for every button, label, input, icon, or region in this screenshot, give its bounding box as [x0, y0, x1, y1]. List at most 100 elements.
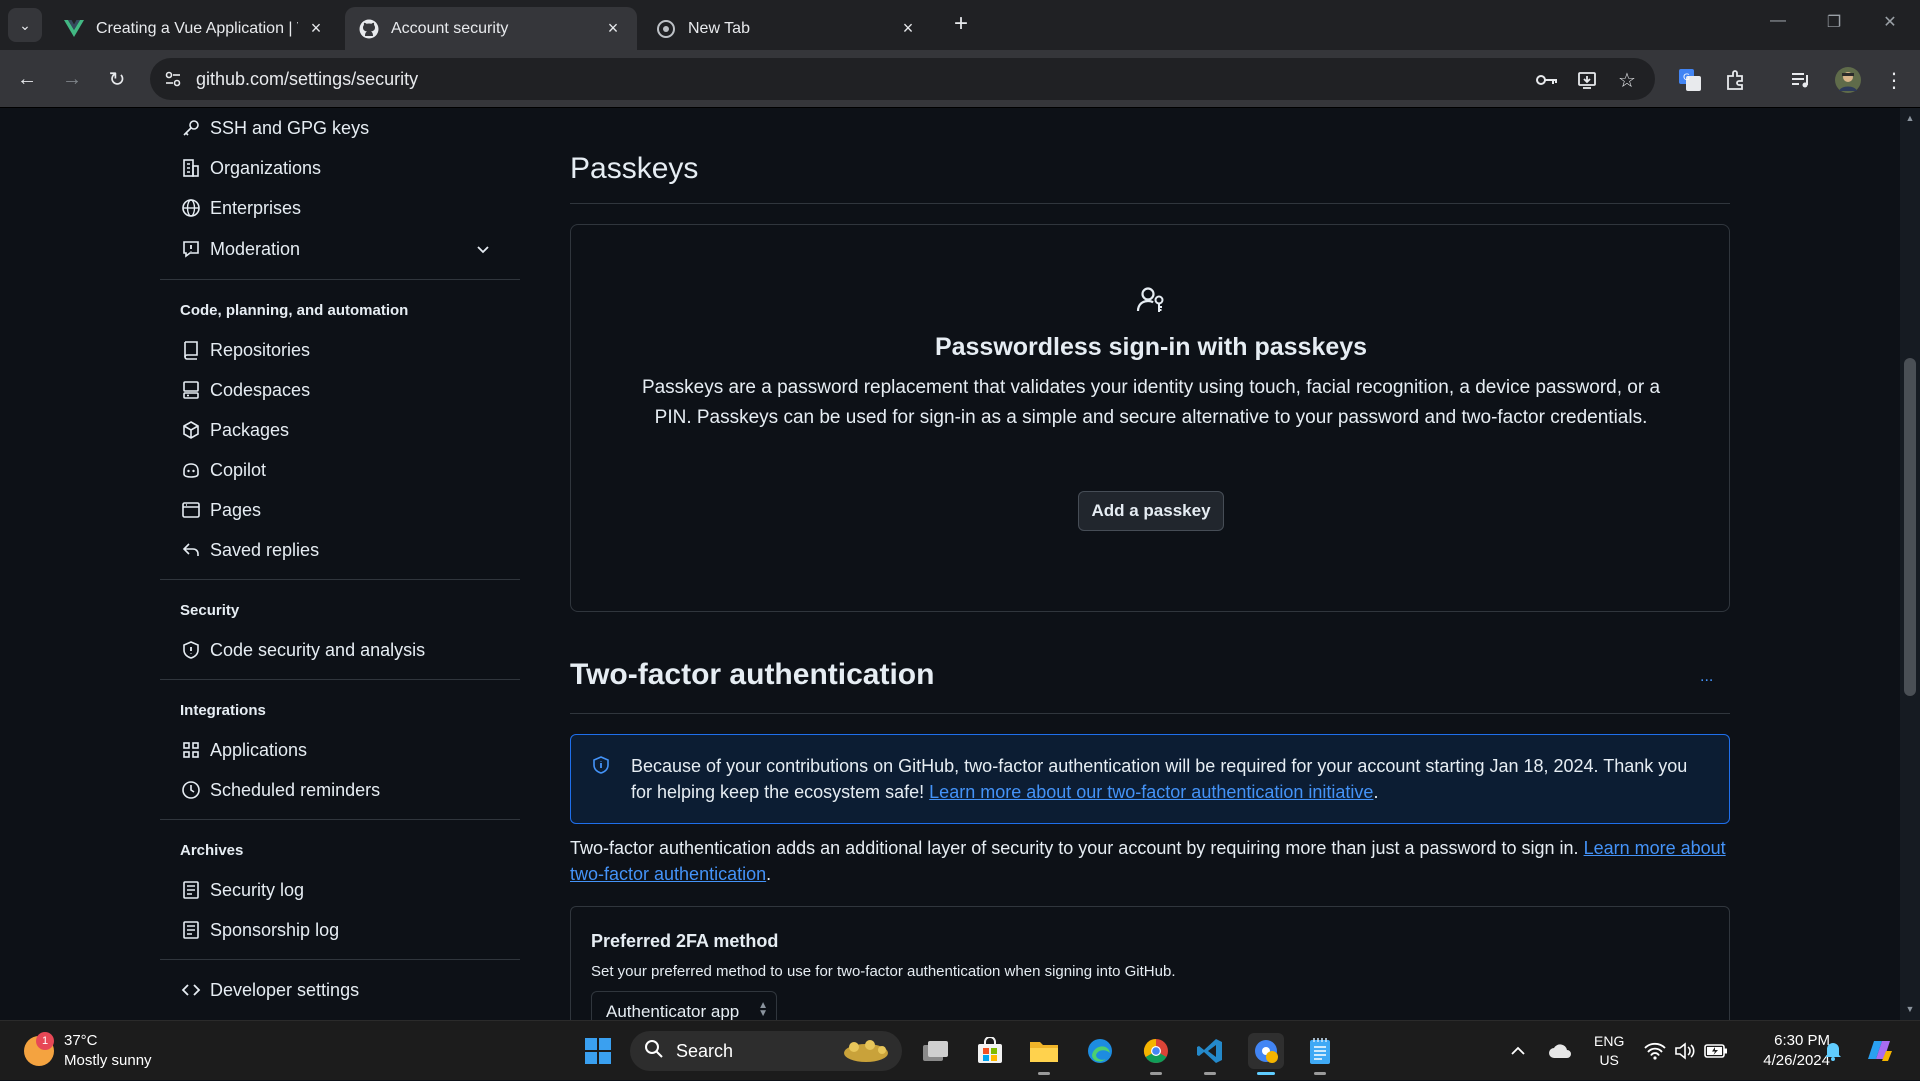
show-hidden-icons-button[interactable]	[1510, 1021, 1526, 1081]
sidebar-item-developer-settings[interactable]: Developer settings	[180, 974, 510, 1006]
browser-toolbar: ← → ↻ github.com/settings/security ☆ G ⋮	[0, 50, 1920, 108]
search-icon	[644, 1039, 664, 1064]
profile-avatar[interactable]	[1834, 66, 1862, 94]
page-content: SSH and GPG keys Organizations Enterpris…	[0, 108, 1900, 1020]
sidebar-divider	[160, 819, 520, 820]
task-view-button[interactable]	[918, 1033, 954, 1069]
preferred-method-select[interactable]: Authenticator app ▲ ▼	[591, 991, 777, 1020]
start-button[interactable]	[580, 1033, 616, 1069]
extensions-puzzle-icon[interactable]	[1722, 66, 1750, 94]
bookmark-star-icon[interactable]: ☆	[1615, 68, 1639, 92]
minimize-icon[interactable]: —	[1764, 12, 1792, 30]
wifi-icon[interactable]	[1644, 1021, 1666, 1081]
media-control-icon[interactable]	[1787, 66, 1815, 94]
install-app-icon[interactable]	[1575, 68, 1599, 92]
language-indicator[interactable]: ENG US	[1594, 1021, 1624, 1081]
codespaces-icon	[180, 379, 202, 401]
browser-icon	[180, 499, 202, 521]
close-icon[interactable]: ×	[898, 18, 918, 39]
url-text[interactable]: github.com/settings/security	[196, 69, 418, 90]
notification-bell-icon[interactable]	[1824, 1021, 1842, 1081]
sidebar-item-saved-replies[interactable]: Saved replies	[180, 534, 510, 566]
back-icon[interactable]: ←	[12, 64, 42, 94]
chevron-up-icon	[1511, 1046, 1525, 1055]
page-scrollbar[interactable]: ▲ ▼	[1900, 108, 1920, 1020]
windows-logo-icon	[585, 1038, 611, 1064]
chrome-button[interactable]	[1138, 1033, 1174, 1075]
copilot-taskbar-icon[interactable]	[1864, 1021, 1894, 1081]
vscode-button[interactable]	[1192, 1033, 1228, 1075]
sidebar-item-codespaces[interactable]: Codespaces	[180, 374, 510, 406]
add-passkey-button[interactable]: Add a passkey	[1078, 491, 1224, 531]
onedrive-button[interactable]	[1548, 1021, 1572, 1081]
sidebar-item-pages[interactable]: Pages	[180, 494, 510, 526]
sidebar-divider	[160, 959, 520, 960]
forward-icon[interactable]: →	[57, 64, 87, 94]
tab-new-tab[interactable]: New Tab ×	[642, 7, 932, 50]
scroll-down-icon[interactable]: ▼	[1904, 1003, 1916, 1015]
repo-icon	[180, 339, 202, 361]
sidebar-item-repositories[interactable]: Repositories	[180, 334, 510, 366]
taskbar-search[interactable]: Search	[630, 1031, 902, 1071]
weather-text: 37°C Mostly sunny	[64, 1031, 152, 1071]
passkeys-blankslate: Passwordless sign-in with passkeys Passk…	[570, 224, 1730, 612]
google-translate-icon[interactable]: G	[1676, 66, 1704, 94]
running-indicator	[1314, 1072, 1326, 1075]
two-factor-notice: Because of your contributions on GitHub,…	[570, 734, 1730, 824]
weather-widget[interactable]: 1 37°C Mostly sunny	[24, 1031, 152, 1071]
sidebar-item-applications[interactable]: Applications	[180, 734, 510, 766]
copilot-icon	[180, 459, 202, 481]
restore-icon[interactable]: ❐	[1820, 12, 1848, 32]
sidebar-item-code-security[interactable]: Code security and analysis	[180, 634, 510, 666]
globe-icon	[180, 197, 202, 219]
tab-search-button[interactable]: ⌄	[8, 8, 42, 42]
site-info-icon[interactable]	[162, 68, 184, 90]
two-factor-initiative-link[interactable]: Learn more about our two-factor authenti…	[929, 782, 1373, 802]
battery-icon[interactable]	[1704, 1021, 1728, 1081]
select-arrows-icon: ▲ ▼	[758, 1000, 768, 1019]
chrome-profile-button[interactable]	[1248, 1033, 1284, 1075]
volume-icon[interactable]	[1674, 1021, 1696, 1081]
scrollbar-thumb[interactable]	[1904, 358, 1916, 696]
close-icon[interactable]: ×	[306, 18, 326, 39]
sidebar-item-label: Repositories	[210, 339, 311, 360]
chevron-down-icon: ⌄	[19, 16, 31, 33]
file-explorer-button[interactable]	[1026, 1033, 1062, 1075]
sidebar-heading: Code, planning, and automation	[180, 302, 409, 319]
address-bar[interactable]: github.com/settings/security ☆	[150, 58, 1655, 100]
microsoft-store-button[interactable]	[972, 1033, 1008, 1069]
chevron-down-icon[interactable]	[476, 239, 490, 260]
tab-account-security[interactable]: Account security ×	[345, 7, 637, 50]
more-options-button[interactable]: ...	[1700, 668, 1713, 686]
folder-icon	[1030, 1042, 1058, 1062]
two-factor-description: Two-factor authentication adds an additi…	[570, 835, 1730, 887]
password-key-icon[interactable]	[1535, 68, 1559, 92]
sidebar-item-copilot[interactable]: Copilot	[180, 454, 510, 486]
sidebar-item-scheduled-reminders[interactable]: Scheduled reminders	[180, 774, 510, 806]
scroll-up-icon[interactable]: ▲	[1904, 112, 1916, 124]
new-tab-button[interactable]: +	[948, 10, 974, 37]
sidebar-item-sponsorship-log[interactable]: Sponsorship log	[180, 914, 510, 946]
vscode-icon	[1197, 1039, 1222, 1063]
sidebar-item-moderation[interactable]: Moderation	[180, 233, 510, 265]
two-factor-description-body: Two-factor authentication adds an additi…	[570, 838, 1584, 858]
sidebar-item-label: Moderation	[210, 238, 301, 259]
notepad-button[interactable]	[1302, 1033, 1338, 1075]
organization-icon	[180, 157, 202, 179]
tab-vue[interactable]: Creating a Vue Application | Vu ×	[50, 7, 340, 50]
edge-button[interactable]	[1082, 1033, 1118, 1069]
sidebar-item-ssh-gpg[interactable]: SSH and GPG keys	[180, 112, 510, 144]
two-factor-description-end: .	[766, 864, 772, 884]
system-clock[interactable]: 6:30 PM 4/26/2024	[1740, 1031, 1830, 1071]
sidebar-item-organizations[interactable]: Organizations	[180, 152, 510, 184]
sidebar-item-enterprises[interactable]: Enterprises	[180, 192, 510, 224]
close-icon[interactable]: ×	[603, 18, 623, 39]
weather-condition: Mostly sunny	[64, 1052, 152, 1069]
sidebar-item-security-log[interactable]: Security log	[180, 874, 510, 906]
close-window-icon[interactable]: ✕	[1876, 12, 1904, 32]
reload-icon[interactable]: ↻	[102, 64, 132, 94]
sidebar-item-packages[interactable]: Packages	[180, 414, 510, 446]
selected-method: Authenticator app	[606, 1002, 740, 1020]
sidebar-divider	[160, 279, 520, 280]
menu-kebab-icon[interactable]: ⋮	[1880, 66, 1908, 94]
